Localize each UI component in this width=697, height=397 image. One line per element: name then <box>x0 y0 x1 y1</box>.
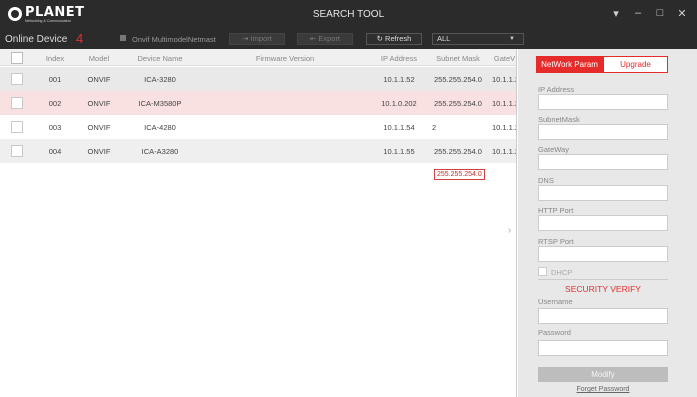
dns-field[interactable] <box>538 185 668 201</box>
import-button[interactable]: ⇥ Import <box>229 33 285 45</box>
minimize-icon[interactable]: – <box>633 7 643 20</box>
import-label: Import <box>250 34 272 43</box>
cell-device-name: ICA-4280 <box>144 123 176 132</box>
table-row[interactable]: 004 ONVIF ICA-A3280 10.1.1.55 255.255.254.0 1… <box>0 139 517 163</box>
select-all-checkbox[interactable] <box>11 52 23 64</box>
export-label: Export <box>318 34 341 43</box>
cell-subnet-mask: 2 <box>432 123 437 132</box>
divider <box>538 279 668 280</box>
tab-upgrade[interactable]: Upgrade <box>603 56 668 73</box>
chevron-right-icon[interactable]: › <box>508 225 511 236</box>
cell-model: ONVIF <box>87 99 111 108</box>
app-title: SEARCH TOOL <box>312 9 385 20</box>
column-header-device-name[interactable]: Device Name <box>130 54 190 63</box>
online-device-count: 4 <box>76 31 84 46</box>
cell-device-name: ICA-A3280 <box>141 147 179 156</box>
menu-dropdown-icon[interactable]: ▾ <box>611 7 621 20</box>
cell-index: 003 <box>48 123 62 132</box>
filter-value: ALL <box>437 34 451 43</box>
chevron-down-icon: ▼ <box>509 36 515 42</box>
gateway-label: GateWay <box>538 145 569 154</box>
username-label: Username <box>538 297 573 306</box>
row-checkbox[interactable] <box>11 73 23 85</box>
table-row[interactable]: 001 ONVIF ICA-3280 10.1.1.52 255.255.254.0 10… <box>0 67 517 91</box>
close-icon[interactable]: ✕ <box>677 7 687 20</box>
online-device-label: Online Device <box>5 34 68 45</box>
column-header-subnet-mask[interactable]: Subnet Mask <box>430 54 486 63</box>
subnet-mask-label: SubnetMask <box>538 115 580 124</box>
refresh-button[interactable]: ↻ Refresh <box>366 33 422 45</box>
column-header-firmware[interactable]: Firmware Version <box>245 54 325 63</box>
subnet-mask-field[interactable] <box>538 124 668 140</box>
device-filter-select[interactable]: ALL ▼ <box>432 33 524 45</box>
row-checkbox[interactable] <box>11 97 23 109</box>
cell-subnet-mask: 255.255.254.0 <box>434 99 482 108</box>
row-checkbox[interactable] <box>11 121 23 133</box>
cell-device-name: ICA-M3580P <box>138 99 182 108</box>
refresh-label: Refresh <box>385 34 412 43</box>
network-param-panel: NetWork Param Upgrade IP Address SubnetM… <box>518 49 697 397</box>
maximize-icon[interactable]: □ <box>655 7 665 20</box>
cell-device-name: ICA-3280 <box>144 75 176 84</box>
window-controls: ▾ – □ ✕ <box>611 7 687 20</box>
toolbar: Online Device 4 Onvif MultimodelNetmast … <box>0 29 697 49</box>
dns-label: DNS <box>538 176 554 185</box>
onvif-multimodel-checkbox[interactable] <box>120 35 126 41</box>
cell-ip-address: 10.1.1.55 <box>383 147 415 156</box>
column-header-index[interactable]: Index <box>40 54 70 63</box>
refresh-icon: ↻ <box>376 34 386 43</box>
rtsp-port-field[interactable] <box>538 246 668 262</box>
row-checkbox[interactable] <box>11 145 23 157</box>
ip-address-field[interactable] <box>538 94 668 110</box>
password-label: Password <box>538 328 571 337</box>
column-header-model[interactable]: Model <box>82 54 116 63</box>
dhcp-checkbox[interactable] <box>538 267 547 276</box>
onvif-multimodel-label: Onvif MultimodelNetmast <box>132 35 216 44</box>
title-bar: PLANET Networking & Communication SEARCH… <box>0 0 697 29</box>
username-field[interactable] <box>538 308 668 324</box>
subnet-mask-tooltip: 255.255.254.0 <box>434 169 485 180</box>
device-table: Index Model Device Name Firmware Version… <box>0 49 517 397</box>
cell-gateway: 10.1.1.2 <box>492 75 517 84</box>
modify-button[interactable]: Modify <box>538 367 668 382</box>
cell-ip-address: 10.1.0.202 <box>381 99 417 108</box>
dhcp-label: DHCP <box>551 268 573 277</box>
gateway-field[interactable] <box>538 154 668 170</box>
column-header-ip-address[interactable]: IP Address <box>374 54 424 63</box>
cell-index: 002 <box>48 99 62 108</box>
cell-subnet-mask: 255.255.254.0 <box>434 147 482 156</box>
cell-model: ONVIF <box>87 123 111 132</box>
tab-network-param[interactable]: NetWork Param <box>536 56 603 73</box>
import-icon: ⇥ <box>242 34 251 43</box>
cell-gateway: 10.1.1.2 <box>492 99 517 108</box>
http-port-label: HTTP Port <box>538 206 574 215</box>
cell-model: ONVIF <box>87 75 111 84</box>
forget-password-link[interactable]: Forget Password <box>538 386 668 393</box>
security-verify-title: SECURITY VERIFY <box>565 284 641 294</box>
cell-ip-address: 10.1.1.52 <box>383 75 415 84</box>
cell-model: ONVIF <box>87 147 111 156</box>
table-row[interactable]: 003 ONVIF ICA-4280 10.1.1.54 2 10.1.1.2 <box>0 115 517 139</box>
password-field[interactable] <box>538 340 668 356</box>
cell-index: 001 <box>48 75 62 84</box>
cell-index: 004 <box>48 147 62 156</box>
cell-subnet-mask: 255.255.254.0 <box>434 75 482 84</box>
ip-address-label: IP Address <box>538 85 575 94</box>
table-row[interactable]: 002 ONVIF ICA-M3580P 10.1.0.202 255.255.254.… <box>0 91 517 115</box>
rtsp-port-label: RTSP Port <box>538 237 574 246</box>
cell-gateway: 10.1.1.2 <box>492 123 517 132</box>
table-header: Index Model Device Name Firmware Version… <box>0 49 516 66</box>
column-header-gateway[interactable]: GateV <box>492 54 516 63</box>
cell-ip-address: 10.1.1.54 <box>383 123 415 132</box>
cell-gateway: 10.1.1.2 <box>492 147 517 156</box>
export-button[interactable]: ⇤ Export <box>297 33 353 45</box>
http-port-field[interactable] <box>538 215 668 231</box>
